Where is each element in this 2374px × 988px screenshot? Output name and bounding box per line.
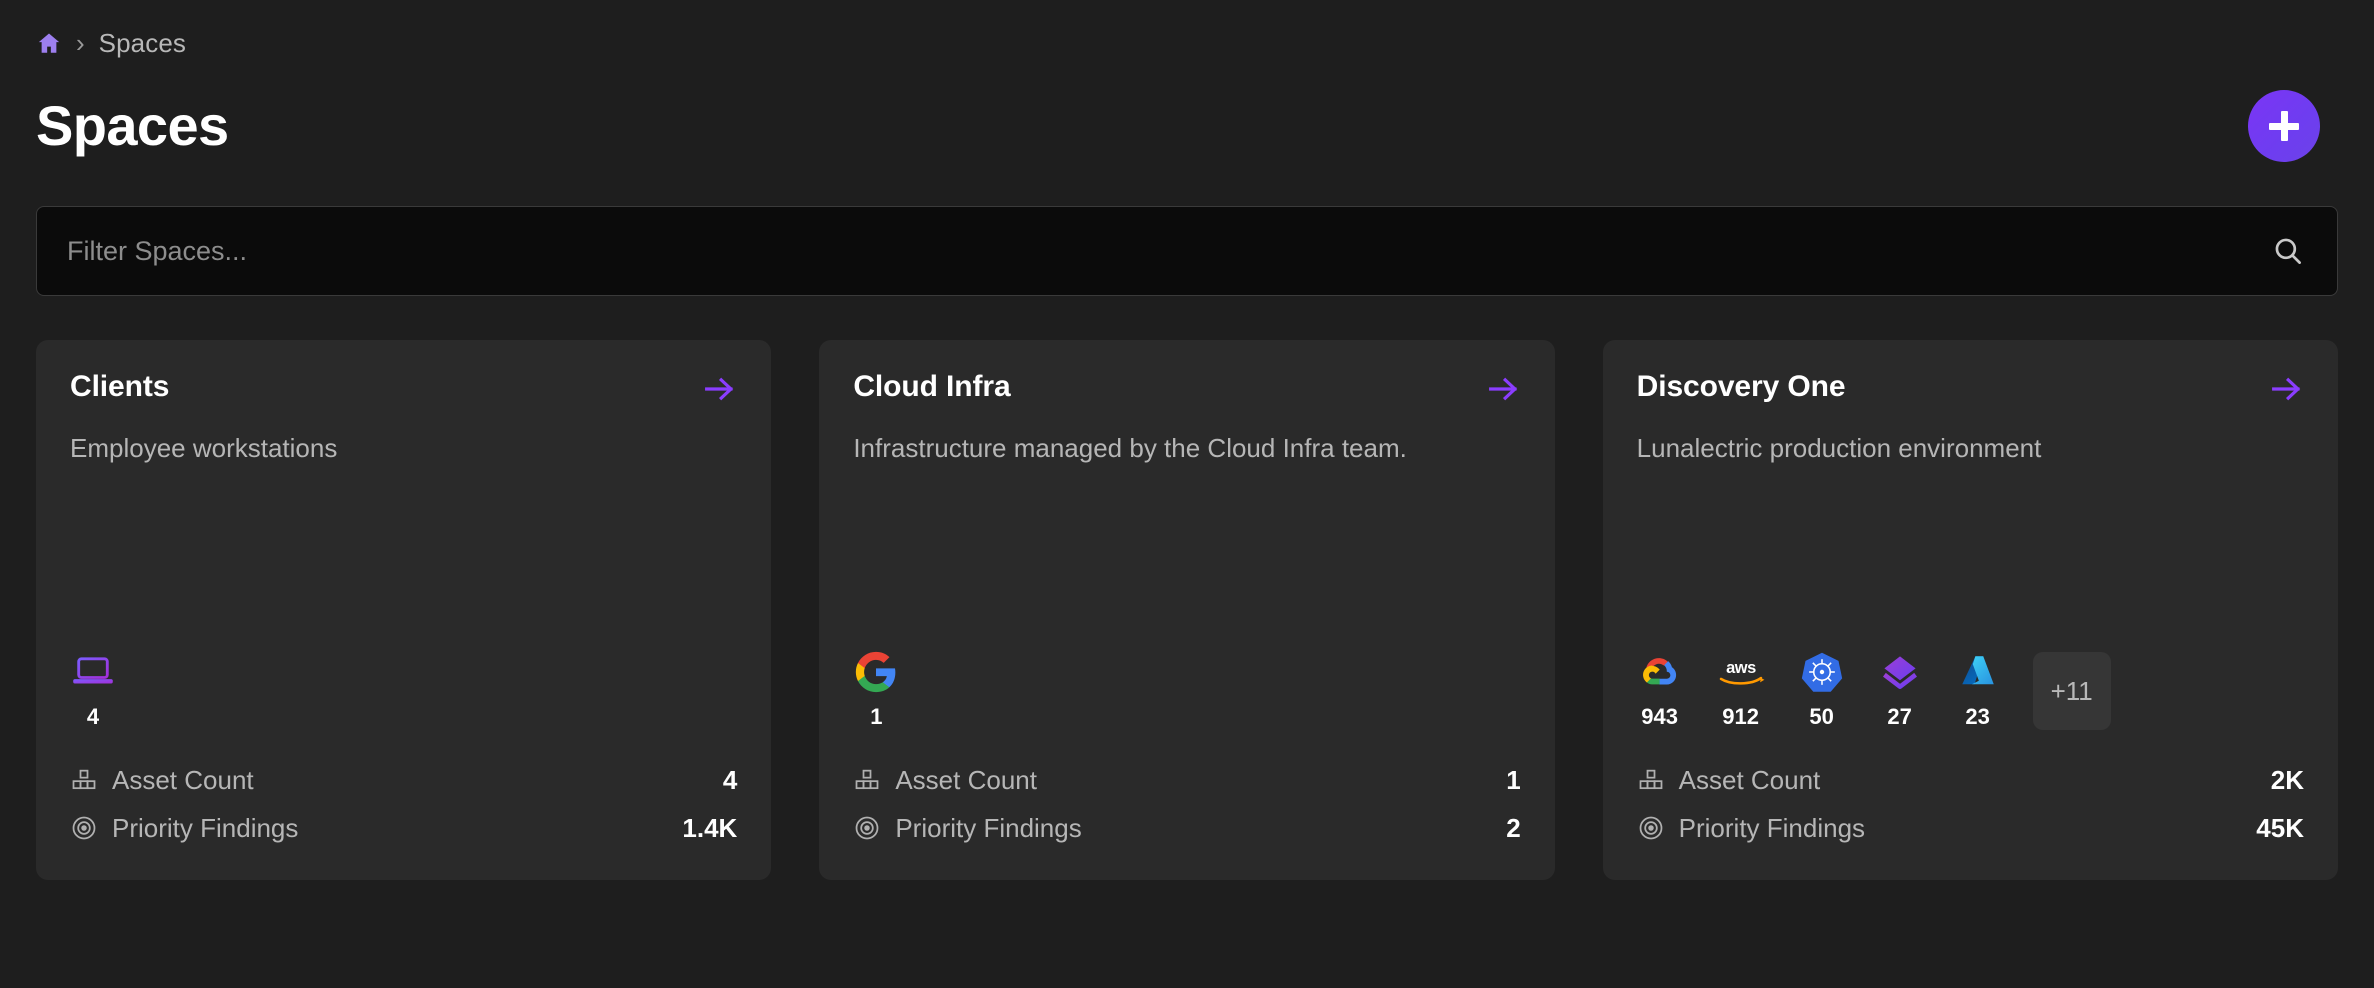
platform-count: 23 [1965,704,1989,730]
aws-icon: aws [1715,649,1767,695]
platform-list: 4 [70,634,737,730]
page-header: Spaces [36,90,2338,162]
stat-value: 1 [1506,765,1520,796]
platform-list: 1 [853,634,1520,730]
platform-overflow-chip[interactable]: +11 [2033,652,2111,730]
platform-count: 4 [87,704,99,730]
platform-aws[interactable]: aws 912 [1715,649,1767,730]
stat-asset-count: Asset Count 1 [853,756,1520,804]
target-icon [70,814,98,842]
stat-asset-count: Asset Count 2K [1637,756,2304,804]
target-icon [853,814,881,842]
stat-value: 2 [1506,813,1520,844]
platform-list: 943 aws 912 [1637,634,2304,730]
stat-label: Priority Findings [112,813,298,844]
spaces-page: › Spaces Spaces Clients [0,0,2374,988]
stat-value: 45K [2256,813,2304,844]
svg-text:aws: aws [1726,659,1756,677]
card-title: Clients [70,370,169,404]
platform-google-cloud[interactable]: 943 [1637,649,1683,730]
arrow-right-icon[interactable] [1487,374,1521,404]
platform-count: 943 [1641,704,1678,730]
target-icon [1637,814,1665,842]
stat-label: Asset Count [112,765,254,796]
breadcrumb-current[interactable]: Spaces [99,28,186,59]
card-description: Infrastructure managed by the Cloud Infr… [853,430,1494,467]
platform-layers[interactable]: 27 [1877,649,1923,730]
platform-count: 1 [870,704,882,730]
card-header: Discovery One [1637,370,2304,404]
platform-count: 912 [1722,704,1759,730]
stat-asset-count: Asset Count 4 [70,756,737,804]
space-card-cloud-infra[interactable]: Cloud Infra Infrastructure managed by th… [819,340,1554,880]
layers-icon [1878,649,1922,695]
stat-value: 4 [723,765,737,796]
filter-spaces-bar[interactable] [36,206,2338,296]
card-header: Cloud Infra [853,370,1520,404]
kubernetes-icon [1800,649,1844,695]
google-cloud-icon [1637,649,1683,695]
home-icon[interactable] [36,30,62,56]
stat-value: 2K [2271,765,2304,796]
google-icon [854,649,898,695]
platform-azure[interactable]: 23 [1955,649,2001,730]
platform-laptop[interactable]: 4 [70,649,116,730]
platform-google[interactable]: 1 [853,649,899,730]
breadcrumb-separator: › [76,30,85,56]
asset-stack-icon [853,766,881,794]
breadcrumb: › Spaces [36,0,2338,64]
card-stats: Asset Count 2K Priority Findings 45K [1637,756,2304,880]
laptop-icon [71,649,115,695]
platform-count: 27 [1887,704,1911,730]
add-space-button[interactable] [2248,90,2320,162]
stat-priority-findings: Priority Findings 2 [853,804,1520,852]
arrow-right-icon[interactable] [2270,374,2304,404]
card-title: Discovery One [1637,370,1846,404]
card-stats: Asset Count 4 Priority Findings 1.4K [70,756,737,880]
search-icon[interactable] [2271,234,2305,268]
asset-stack-icon [1637,766,1665,794]
card-description: Employee workstations [70,430,711,467]
stat-priority-findings: Priority Findings 1.4K [70,804,737,852]
stat-label: Asset Count [1679,765,1821,796]
search-input[interactable] [67,236,2271,267]
arrow-right-icon[interactable] [703,374,737,404]
space-card-clients[interactable]: Clients Employee workstations [36,340,771,880]
stat-label: Priority Findings [895,813,1081,844]
asset-stack-icon [70,766,98,794]
azure-icon [1957,649,1999,695]
platform-kubernetes[interactable]: 50 [1799,649,1845,730]
stat-label: Priority Findings [1679,813,1865,844]
spaces-card-grid: Clients Employee workstations [36,340,2338,880]
stat-label: Asset Count [895,765,1037,796]
card-header: Clients [70,370,737,404]
stat-priority-findings: Priority Findings 45K [1637,804,2304,852]
page-title: Spaces [36,97,229,156]
card-title: Cloud Infra [853,370,1010,404]
stat-value: 1.4K [682,813,737,844]
platform-count: 50 [1809,704,1833,730]
space-card-discovery-one[interactable]: Discovery One Lunalectric production env… [1603,340,2338,880]
card-description: Lunalectric production environment [1637,430,2278,467]
card-stats: Asset Count 1 Priority Findings 2 [853,756,1520,880]
